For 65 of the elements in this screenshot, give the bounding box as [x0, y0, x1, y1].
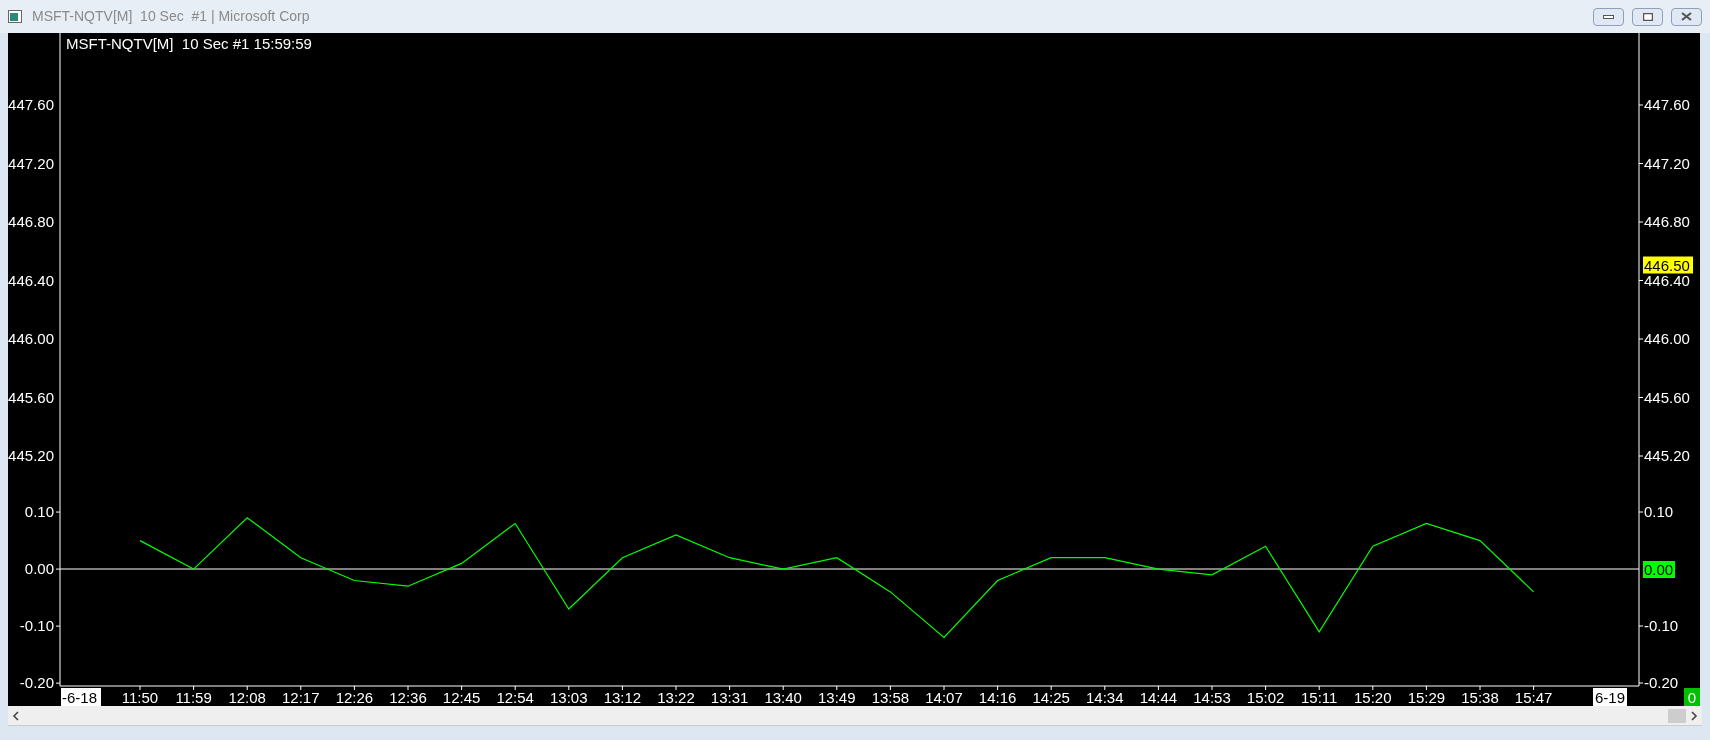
axis-label: 447.60: [8, 96, 54, 113]
scroll-right-icon[interactable]: [1690, 710, 1698, 721]
close-icon: [1681, 12, 1692, 21]
corner-badge: 0: [1684, 688, 1700, 706]
axis-label: 446.80: [1644, 213, 1690, 230]
axis-label: 446.80: [8, 213, 54, 230]
window-title: MSFT-NQTV[M] 10 Sec #1 | Microsoft Corp: [32, 7, 310, 26]
time-label: 14:44: [1139, 689, 1178, 706]
time-label: 11:59: [175, 689, 212, 706]
axis-label: 445.60: [8, 388, 54, 406]
time-label: 15:20: [1354, 689, 1392, 706]
axis-label: -0.10: [19, 617, 54, 635]
time-label: 14:16: [978, 689, 1017, 706]
scroll-left-icon[interactable]: [12, 710, 20, 721]
axis-label: 0.10: [24, 503, 54, 521]
maximize-button[interactable]: [1632, 7, 1663, 26]
end-date-tag: 6-19: [1593, 688, 1627, 706]
time-label: 14:34: [1086, 689, 1124, 706]
axis-label: -0.10: [1644, 617, 1679, 634]
axis-label: 446.40: [1644, 271, 1690, 289]
time-label: 14:25: [1032, 689, 1070, 706]
time-label: 13:58: [871, 689, 910, 706]
last-price-tag: 446.50: [1643, 256, 1693, 274]
time-label: 12:08: [228, 689, 266, 706]
axis-label: 447.20: [1644, 154, 1690, 172]
axis-label: 0.00: [24, 560, 54, 578]
minimize-button[interactable]: [1593, 7, 1624, 26]
axis-label: 447.20: [8, 154, 54, 172]
time-label: 13:22: [657, 689, 695, 706]
last-value-tag: 0.00: [1643, 561, 1675, 578]
time-label: 14:07: [925, 689, 963, 706]
time-label: 13:03: [550, 689, 588, 706]
chart-header: MSFT-NQTV[M] 10 Sec #1 15:59:59: [66, 35, 312, 52]
window-icon: [8, 9, 24, 24]
time-label: 15:38: [1461, 689, 1499, 706]
maximize-icon: [1642, 12, 1653, 21]
time-label: 15:02: [1246, 689, 1285, 706]
time-label: 12:17: [282, 689, 320, 706]
time-label: 12:36: [389, 689, 427, 706]
time-label: 13:49: [818, 689, 856, 706]
scroll-thumb[interactable]: [1668, 708, 1686, 723]
axis-label: 446.40: [8, 271, 54, 289]
time-label: 12:54: [496, 689, 534, 706]
close-button[interactable]: [1671, 7, 1702, 26]
time-label: 14:53: [1193, 689, 1231, 706]
time-label: 13:12: [603, 689, 642, 706]
time-label: 15:29: [1407, 689, 1446, 706]
axis-label: 447.60: [1644, 96, 1690, 113]
time-label: 13:31: [710, 689, 749, 706]
axis-label: 446.00: [8, 330, 54, 347]
axis-label: 0.10: [1644, 503, 1674, 520]
axis-label: 446.00: [1644, 330, 1690, 347]
minimize-icon: [1603, 14, 1614, 19]
time-label: 12:26: [335, 689, 374, 706]
time-label: 12:45: [442, 689, 481, 706]
axis-label: 445.20: [1644, 447, 1690, 464]
time-label: 15:47: [1514, 689, 1553, 706]
time-label: 11:50: [121, 689, 159, 706]
axis-label: 445.20: [8, 447, 54, 464]
axis-label: -0.20: [1644, 674, 1679, 691]
axis-label: 445.60: [1644, 388, 1690, 406]
time-label: 13:40: [764, 689, 802, 706]
start-date-tag: -6-18: [61, 688, 101, 706]
time-label: 15:11: [1301, 689, 1338, 706]
axis-label: -0.20: [19, 674, 54, 692]
